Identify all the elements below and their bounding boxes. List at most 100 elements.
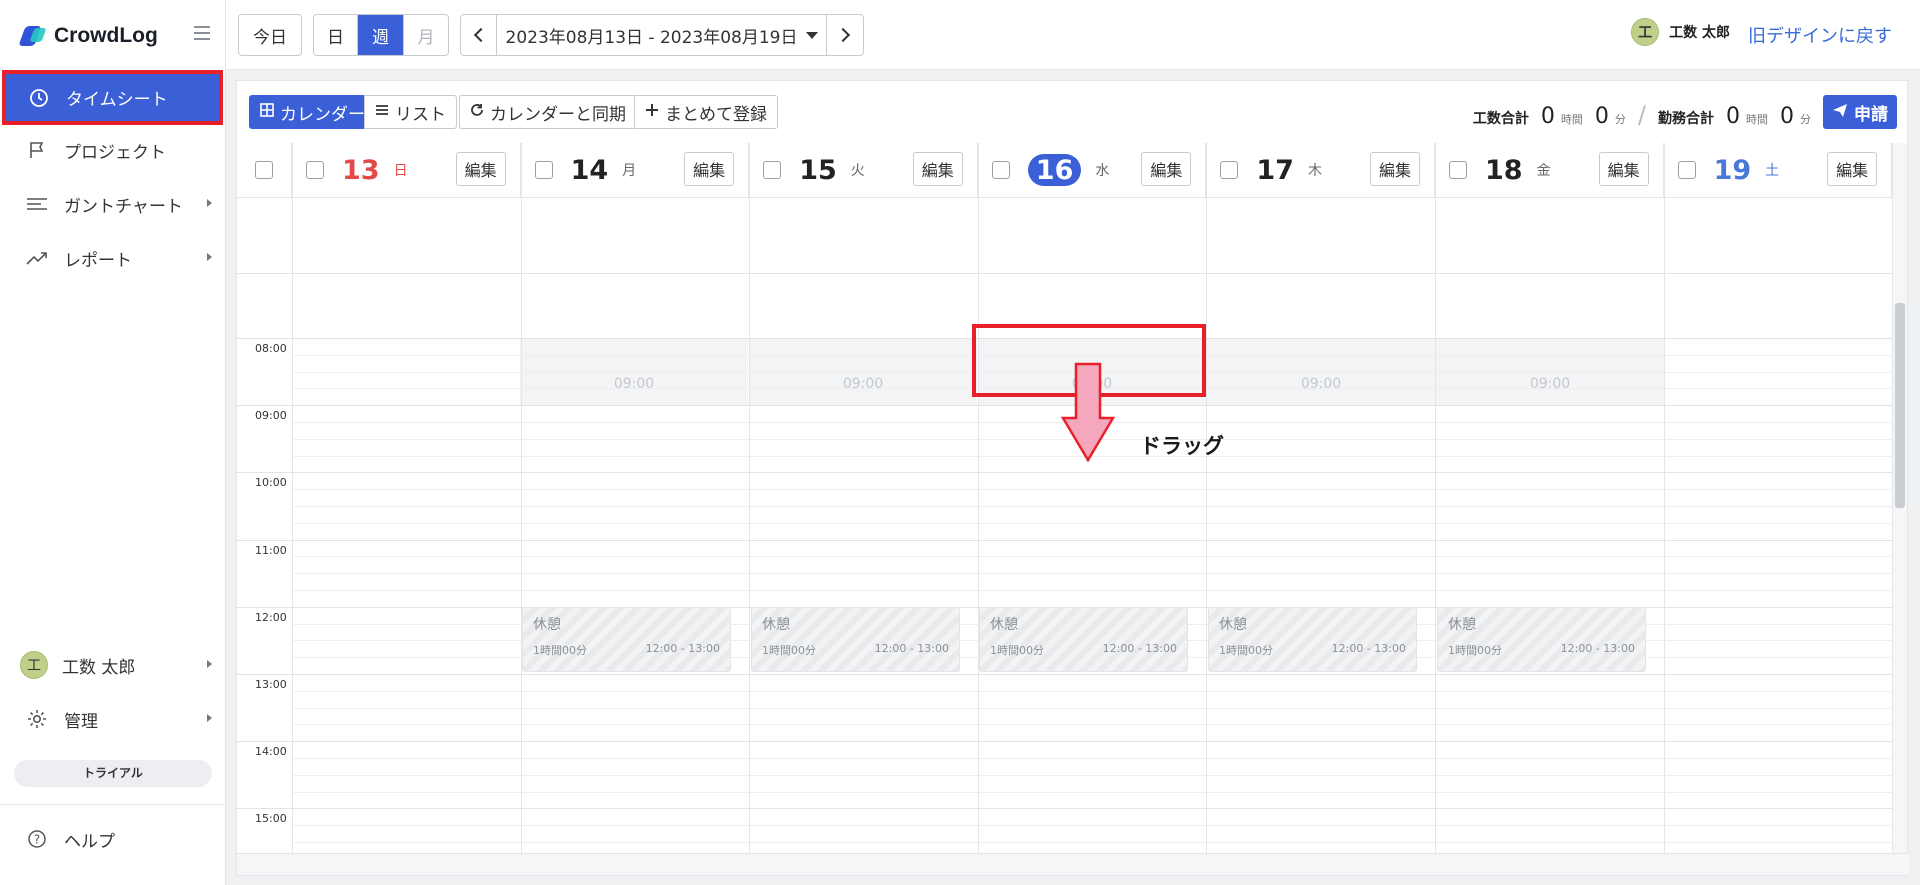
day-name: 土 bbox=[1765, 163, 1780, 179]
sidebar-divider bbox=[0, 804, 226, 805]
break-duration: 1時間00分 bbox=[1219, 644, 1273, 657]
edit-day-button[interactable]: 編集 bbox=[455, 152, 506, 186]
attendance-hours-value: 0 bbox=[1726, 104, 1740, 129]
sidebar-item-report[interactable]: レポート bbox=[0, 231, 226, 285]
avatar: 工 bbox=[1631, 18, 1660, 46]
day-header: 15 火 編集 bbox=[749, 143, 978, 198]
day-name: 金 bbox=[1536, 163, 1551, 179]
list-icon bbox=[375, 102, 389, 122]
list-view-button[interactable]: リスト bbox=[364, 95, 457, 129]
tab-week[interactable]: 週 bbox=[358, 15, 404, 55]
day-name: 水 bbox=[1095, 163, 1110, 179]
hour-line bbox=[237, 741, 1897, 743]
day-checkbox[interactable] bbox=[1220, 161, 1239, 179]
top-bar: 今日 日 週 月 2023年08月13日 - 2023年08月19日 工 工数 … bbox=[226, 0, 1920, 70]
time-label: 15:00 bbox=[255, 812, 287, 826]
day-checkbox[interactable] bbox=[991, 161, 1010, 179]
apply-label: 申請 bbox=[1854, 104, 1888, 125]
day-header: 19 土 編集 bbox=[1663, 143, 1893, 198]
day-checkbox[interactable] bbox=[763, 161, 782, 179]
scroll-thumb[interactable] bbox=[1895, 303, 1905, 508]
time-label: 08:00 bbox=[255, 342, 287, 355]
date-range-dropdown[interactable]: 2023年08月13日 - 2023年08月19日 bbox=[497, 15, 827, 55]
time-label: 12:00 bbox=[255, 610, 287, 624]
break-title: 休憩 bbox=[1219, 617, 1247, 633]
help-icon: ? bbox=[26, 828, 48, 850]
sidebar-item-help[interactable]: ? ヘルプ bbox=[0, 812, 226, 866]
time-label: 14:00 bbox=[255, 745, 287, 759]
old-design-link[interactable]: 旧デザインに戻す bbox=[1748, 22, 1892, 48]
day-checkbox[interactable] bbox=[534, 161, 553, 179]
break-event[interactable]: 休憩 1時間00分 12:00 - 13:00 bbox=[1437, 607, 1646, 672]
sidebar: CrowdLog タイムシート プロジェクト ガントチャート レポート 工 工数… bbox=[0, 0, 226, 885]
hour-line bbox=[237, 808, 1897, 810]
hour-unit: 時間 bbox=[1746, 113, 1768, 126]
edit-day-button[interactable]: 編集 bbox=[1369, 152, 1420, 186]
tab-day[interactable]: 日 bbox=[314, 15, 358, 55]
vertical-scrollbar[interactable] bbox=[1893, 143, 1907, 855]
hour-line bbox=[237, 674, 1897, 675]
work-total-label: 工数合計 bbox=[1472, 111, 1529, 127]
trend-icon bbox=[26, 247, 48, 269]
sidebar-item-label: タイムシート bbox=[66, 90, 168, 110]
day-checkbox[interactable] bbox=[1677, 161, 1696, 179]
edit-day-button[interactable]: 編集 bbox=[684, 152, 735, 186]
prev-week-button[interactable] bbox=[461, 15, 497, 55]
day-name: 月 bbox=[622, 163, 637, 179]
divider-slash: / bbox=[1637, 101, 1646, 129]
calendar-view-button[interactable]: カレンダー bbox=[249, 95, 376, 129]
minute-unit: 分 bbox=[1800, 113, 1811, 126]
sidebar-item-timesheet[interactable]: タイムシート bbox=[2, 70, 223, 125]
edit-day-button[interactable]: 編集 bbox=[1827, 152, 1878, 186]
break-event[interactable]: 休憩 1時間00分 12:00 - 13:00 bbox=[1208, 607, 1417, 672]
calendar-sync-label: カレンダーと同期 bbox=[490, 104, 626, 125]
quarter-line bbox=[292, 506, 1897, 507]
sidebar-item-admin[interactable]: 管理 bbox=[0, 692, 226, 746]
break-event[interactable]: 休憩 1時間00分 12:00 - 13:00 bbox=[751, 607, 960, 672]
date-navigator: 2023年08月13日 - 2023年08月19日 bbox=[460, 14, 864, 56]
break-event[interactable]: 休憩 1時間00分 12:00 - 13:00 bbox=[979, 607, 1188, 672]
sidebar-item-label: ガントチャート bbox=[64, 196, 183, 217]
quarter-line bbox=[292, 791, 1897, 793]
horizontal-scrollbar[interactable] bbox=[237, 853, 1909, 875]
day-header: 17 木 編集 bbox=[1206, 143, 1435, 198]
sidebar-item-gantt[interactable]: ガントチャート bbox=[0, 177, 226, 231]
calendar-sync-button[interactable]: カレンダーと同期 bbox=[459, 95, 637, 129]
quarter-line bbox=[292, 842, 1897, 843]
edit-day-button[interactable]: 編集 bbox=[1141, 152, 1192, 186]
flag-icon bbox=[26, 139, 48, 161]
column-divider bbox=[292, 143, 293, 855]
sidebar-item-project[interactable]: プロジェクト bbox=[0, 123, 226, 177]
app-logo[interactable]: CrowdLog bbox=[18, 20, 158, 52]
chevron-left-icon bbox=[473, 27, 488, 43]
select-all-checkbox[interactable] bbox=[255, 161, 273, 179]
day-header: 14 月 編集 bbox=[520, 143, 750, 198]
today-button[interactable]: 今日 bbox=[238, 14, 302, 56]
sidebar-user-menu[interactable]: 工 工数 太郎 bbox=[0, 638, 226, 692]
day-checkbox[interactable] bbox=[306, 161, 324, 179]
view-switcher: 日 週 月 bbox=[313, 14, 449, 56]
day-checkbox[interactable] bbox=[1449, 161, 1467, 179]
start-time-label: 09:00 bbox=[842, 376, 884, 392]
timesheet-panel: カレンダー リスト カレンダーと同期 まとめて登録 工数合計 0 時間 0 分 … bbox=[236, 80, 1909, 876]
edit-day-button[interactable]: 編集 bbox=[1598, 152, 1649, 186]
apply-button[interactable]: 申請 bbox=[1823, 95, 1897, 129]
logo-text: CrowdLog bbox=[54, 24, 158, 47]
tab-month[interactable]: 月 bbox=[404, 15, 448, 55]
break-event[interactable]: 休憩 1時間00分 12:00 - 13:00 bbox=[522, 607, 731, 672]
user-menu[interactable]: 工 工数 太郎 bbox=[1631, 18, 1730, 46]
break-title: 休憩 bbox=[1448, 617, 1476, 633]
break-range: 12:00 - 13:00 bbox=[645, 642, 720, 655]
menu-toggle-icon[interactable] bbox=[194, 26, 210, 40]
next-week-button[interactable] bbox=[827, 15, 863, 55]
date-range-text: 2023年08月13日 - 2023年08月19日 bbox=[505, 27, 798, 48]
day-number: 18 bbox=[1485, 154, 1523, 186]
hour-line bbox=[237, 539, 1897, 541]
edit-day-button[interactable]: 編集 bbox=[912, 152, 963, 186]
down-arrow-icon bbox=[1060, 362, 1116, 463]
drag-annotation: ドラッグ bbox=[1140, 434, 1224, 458]
day-number: 15 bbox=[799, 154, 837, 186]
bulk-register-button[interactable]: まとめて登録 bbox=[634, 95, 778, 129]
sidebar-user-name: 工数 太郎 bbox=[62, 657, 136, 678]
quarter-line bbox=[292, 522, 1897, 524]
